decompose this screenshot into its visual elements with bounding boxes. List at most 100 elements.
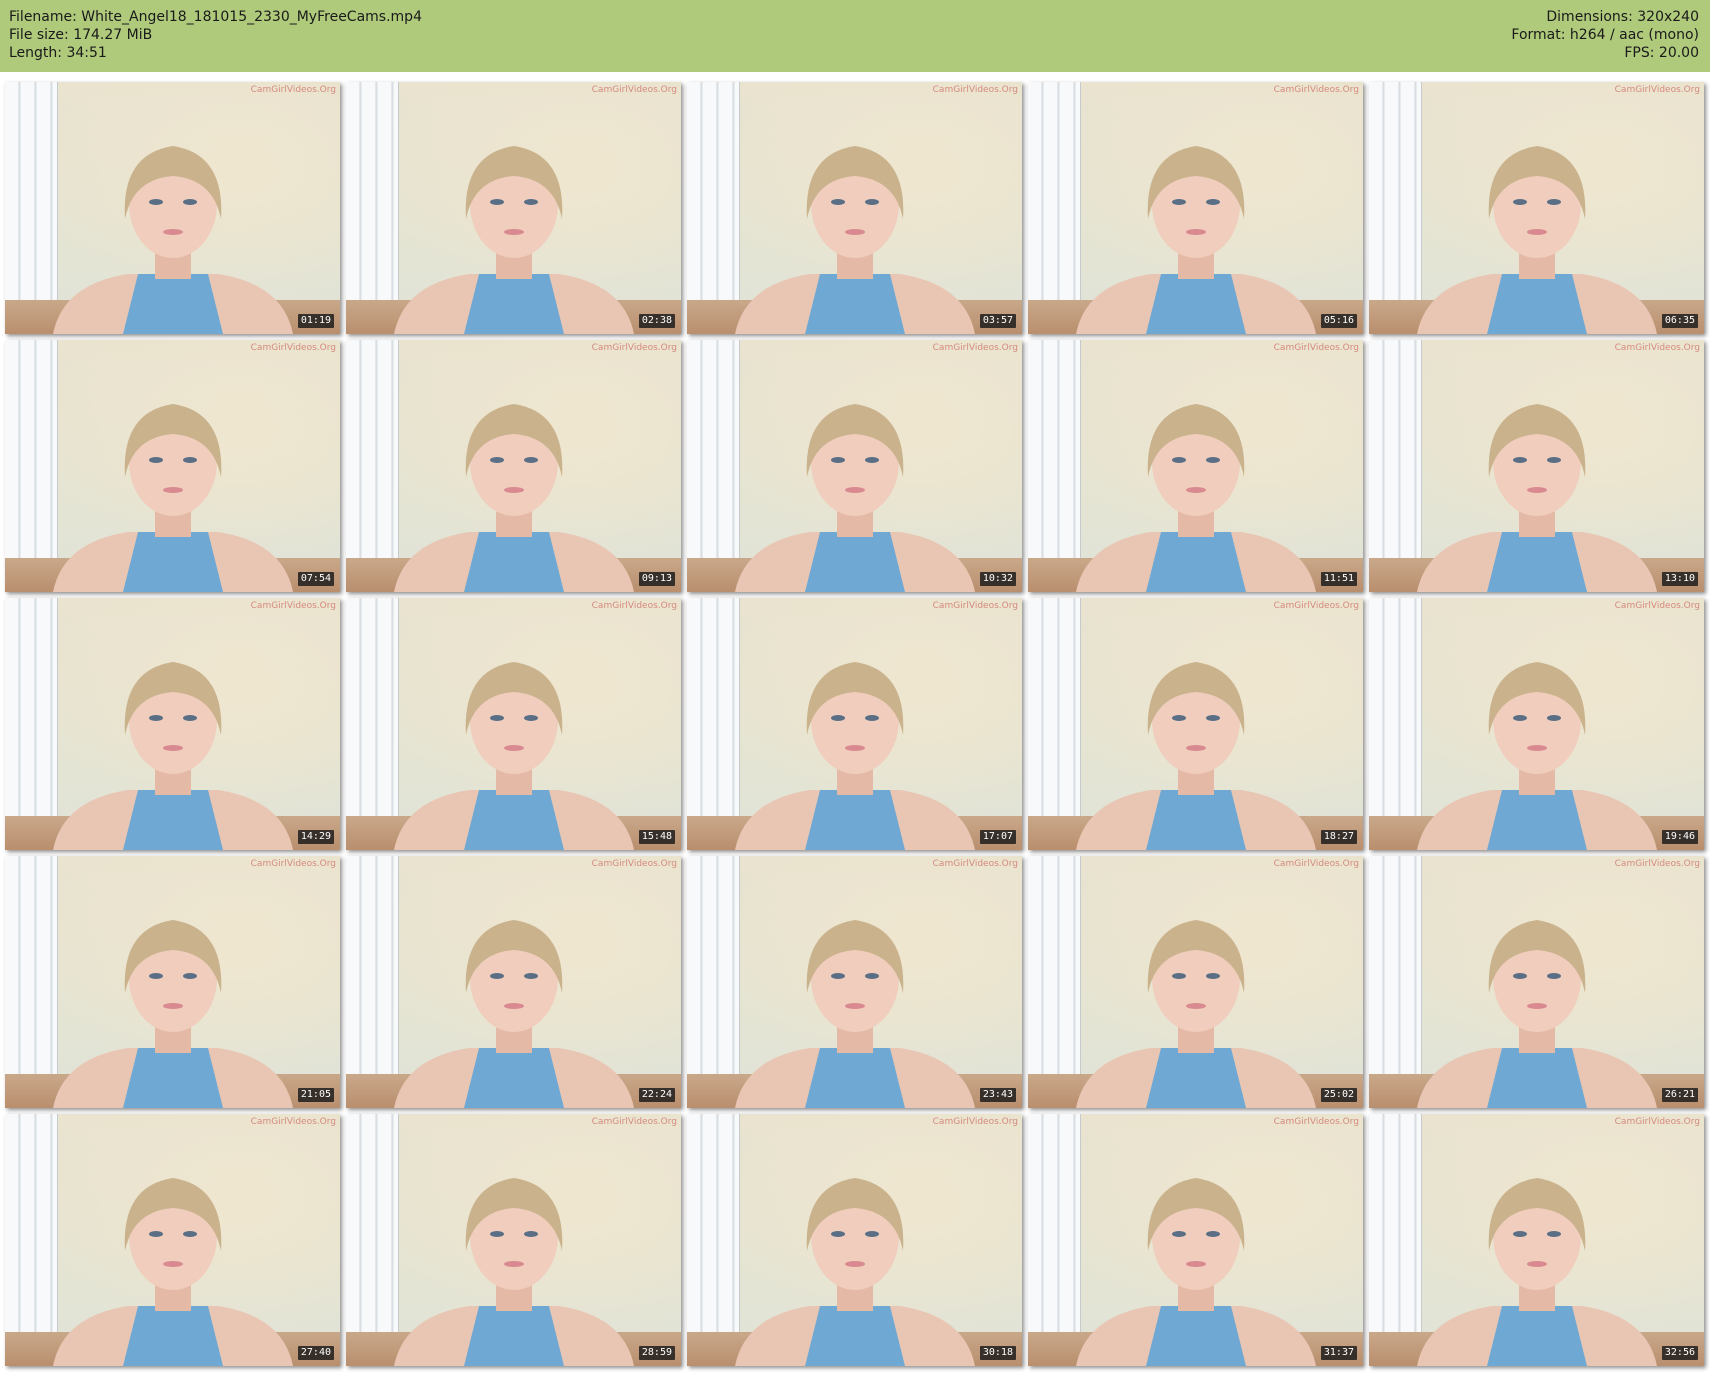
video-thumbnail[interactable]: CamGirlVideos.Org 03:57: [687, 82, 1022, 334]
timestamp-label: 26:21: [1661, 1088, 1698, 1102]
timestamp-label: 13:10: [1661, 572, 1698, 586]
thumbnail-grid: CamGirlVideos.Org 01:19 CamGirlVideos.Org 0…: [5, 82, 1705, 1370]
timestamp-label: 10:32: [979, 572, 1016, 586]
person-figure: [393, 404, 634, 592]
timestamp-label: 19:46: [1661, 830, 1698, 844]
watermark-text: CamGirlVideos.Org: [1273, 601, 1359, 611]
timestamp-label: 23:43: [979, 1088, 1016, 1102]
video-thumbnail[interactable]: CamGirlVideos.Org 09:13: [346, 340, 681, 592]
watermark-text: CamGirlVideos.Org: [591, 601, 677, 611]
video-thumbnail[interactable]: CamGirlVideos.Org 14:29: [5, 598, 340, 850]
watermark-text: CamGirlVideos.Org: [932, 85, 1018, 95]
person-figure: [52, 146, 293, 334]
person-figure: [52, 1178, 293, 1366]
header-left-info: Filename: White_Angel18_181015_2330_MyFr…: [9, 8, 422, 62]
video-thumbnail[interactable]: CamGirlVideos.Org 10:32: [687, 340, 1022, 592]
watermark-text: CamGirlVideos.Org: [591, 859, 677, 869]
video-thumbnail[interactable]: CamGirlVideos.Org 30:18: [687, 1114, 1022, 1366]
timestamp-label: 21:05: [297, 1088, 334, 1102]
person-figure: [393, 1178, 634, 1366]
watermark-text: CamGirlVideos.Org: [932, 859, 1018, 869]
timestamp-label: 31:37: [1320, 1346, 1357, 1360]
timestamp-label: 06:35: [1661, 314, 1698, 328]
video-thumbnail[interactable]: CamGirlVideos.Org 19:46: [1369, 598, 1704, 850]
person-figure: [1075, 404, 1316, 592]
watermark-text: CamGirlVideos.Org: [250, 859, 336, 869]
watermark-text: CamGirlVideos.Org: [1614, 859, 1700, 869]
video-thumbnail[interactable]: CamGirlVideos.Org 02:38: [346, 82, 681, 334]
video-thumbnail[interactable]: CamGirlVideos.Org 32:56: [1369, 1114, 1704, 1366]
watermark-text: CamGirlVideos.Org: [250, 85, 336, 95]
timestamp-label: 18:27: [1320, 830, 1357, 844]
timestamp-label: 02:38: [638, 314, 675, 328]
person-figure: [734, 920, 975, 1108]
fps-text: FPS: 20.00: [1624, 45, 1699, 61]
person-figure: [1416, 404, 1657, 592]
timestamp-label: 25:02: [1320, 1088, 1357, 1102]
video-thumbnail[interactable]: CamGirlVideos.Org 28:59: [346, 1114, 681, 1366]
watermark-text: CamGirlVideos.Org: [932, 1117, 1018, 1127]
person-figure: [1075, 146, 1316, 334]
video-thumbnail[interactable]: CamGirlVideos.Org 18:27: [1028, 598, 1363, 850]
timestamp-label: 05:16: [1320, 314, 1357, 328]
person-figure: [52, 920, 293, 1108]
watermark-text: CamGirlVideos.Org: [591, 1117, 677, 1127]
video-thumbnail[interactable]: CamGirlVideos.Org 06:35: [1369, 82, 1704, 334]
timestamp-label: 09:13: [638, 572, 675, 586]
video-thumbnail[interactable]: CamGirlVideos.Org 27:40: [5, 1114, 340, 1366]
person-figure: [734, 1178, 975, 1366]
timestamp-label: 30:18: [979, 1346, 1016, 1360]
person-figure: [1416, 1178, 1657, 1366]
watermark-text: CamGirlVideos.Org: [1273, 859, 1359, 869]
video-thumbnail[interactable]: CamGirlVideos.Org 11:51: [1028, 340, 1363, 592]
person-figure: [1416, 662, 1657, 850]
timestamp-label: 03:57: [979, 314, 1016, 328]
watermark-text: CamGirlVideos.Org: [250, 343, 336, 353]
person-figure: [1075, 662, 1316, 850]
watermark-text: CamGirlVideos.Org: [1273, 343, 1359, 353]
watermark-text: CamGirlVideos.Org: [250, 601, 336, 611]
video-thumbnail[interactable]: CamGirlVideos.Org 07:54: [5, 340, 340, 592]
video-thumbnail[interactable]: CamGirlVideos.Org 26:21: [1369, 856, 1704, 1108]
person-figure: [734, 404, 975, 592]
video-thumbnail[interactable]: CamGirlVideos.Org 05:16: [1028, 82, 1363, 334]
person-figure: [393, 920, 634, 1108]
video-thumbnail[interactable]: CamGirlVideos.Org 17:07: [687, 598, 1022, 850]
watermark-text: CamGirlVideos.Org: [591, 85, 677, 95]
video-thumbnail[interactable]: CamGirlVideos.Org 01:19: [5, 82, 340, 334]
watermark-text: CamGirlVideos.Org: [1273, 1117, 1359, 1127]
person-figure: [1416, 146, 1657, 334]
video-thumbnail[interactable]: CamGirlVideos.Org 25:02: [1028, 856, 1363, 1108]
person-figure: [1416, 920, 1657, 1108]
timestamp-label: 27:40: [297, 1346, 334, 1360]
person-figure: [734, 146, 975, 334]
video-thumbnail[interactable]: CamGirlVideos.Org 31:37: [1028, 1114, 1363, 1366]
timestamp-label: 01:19: [297, 314, 334, 328]
timestamp-label: 07:54: [297, 572, 334, 586]
person-figure: [52, 404, 293, 592]
watermark-text: CamGirlVideos.Org: [1614, 85, 1700, 95]
watermark-text: CamGirlVideos.Org: [1273, 85, 1359, 95]
watermark-text: CamGirlVideos.Org: [932, 343, 1018, 353]
timestamp-label: 15:48: [638, 830, 675, 844]
header-right-info: Dimensions: 320x240 Format: h264 / aac (…: [1511, 8, 1699, 62]
length-text: Length: 34:51: [9, 45, 107, 61]
timestamp-label: 11:51: [1320, 572, 1357, 586]
timestamp-label: 14:29: [297, 830, 334, 844]
dimensions-text: Dimensions: 320x240: [1546, 9, 1699, 25]
person-figure: [52, 662, 293, 850]
watermark-text: CamGirlVideos.Org: [250, 1117, 336, 1127]
video-thumbnail[interactable]: CamGirlVideos.Org 13:10: [1369, 340, 1704, 592]
watermark-text: CamGirlVideos.Org: [591, 343, 677, 353]
watermark-text: CamGirlVideos.Org: [1614, 1117, 1700, 1127]
timestamp-label: 28:59: [638, 1346, 675, 1360]
filename-text: Filename: White_Angel18_181015_2330_MyFr…: [9, 9, 422, 25]
timestamp-label: 32:56: [1661, 1346, 1698, 1360]
video-thumbnail[interactable]: CamGirlVideos.Org 22:24: [346, 856, 681, 1108]
video-thumbnail[interactable]: CamGirlVideos.Org 21:05: [5, 856, 340, 1108]
watermark-text: CamGirlVideos.Org: [1614, 343, 1700, 353]
person-figure: [1075, 920, 1316, 1108]
info-header: Filename: White_Angel18_181015_2330_MyFr…: [0, 0, 1710, 72]
video-thumbnail[interactable]: CamGirlVideos.Org 15:48: [346, 598, 681, 850]
video-thumbnail[interactable]: CamGirlVideos.Org 23:43: [687, 856, 1022, 1108]
